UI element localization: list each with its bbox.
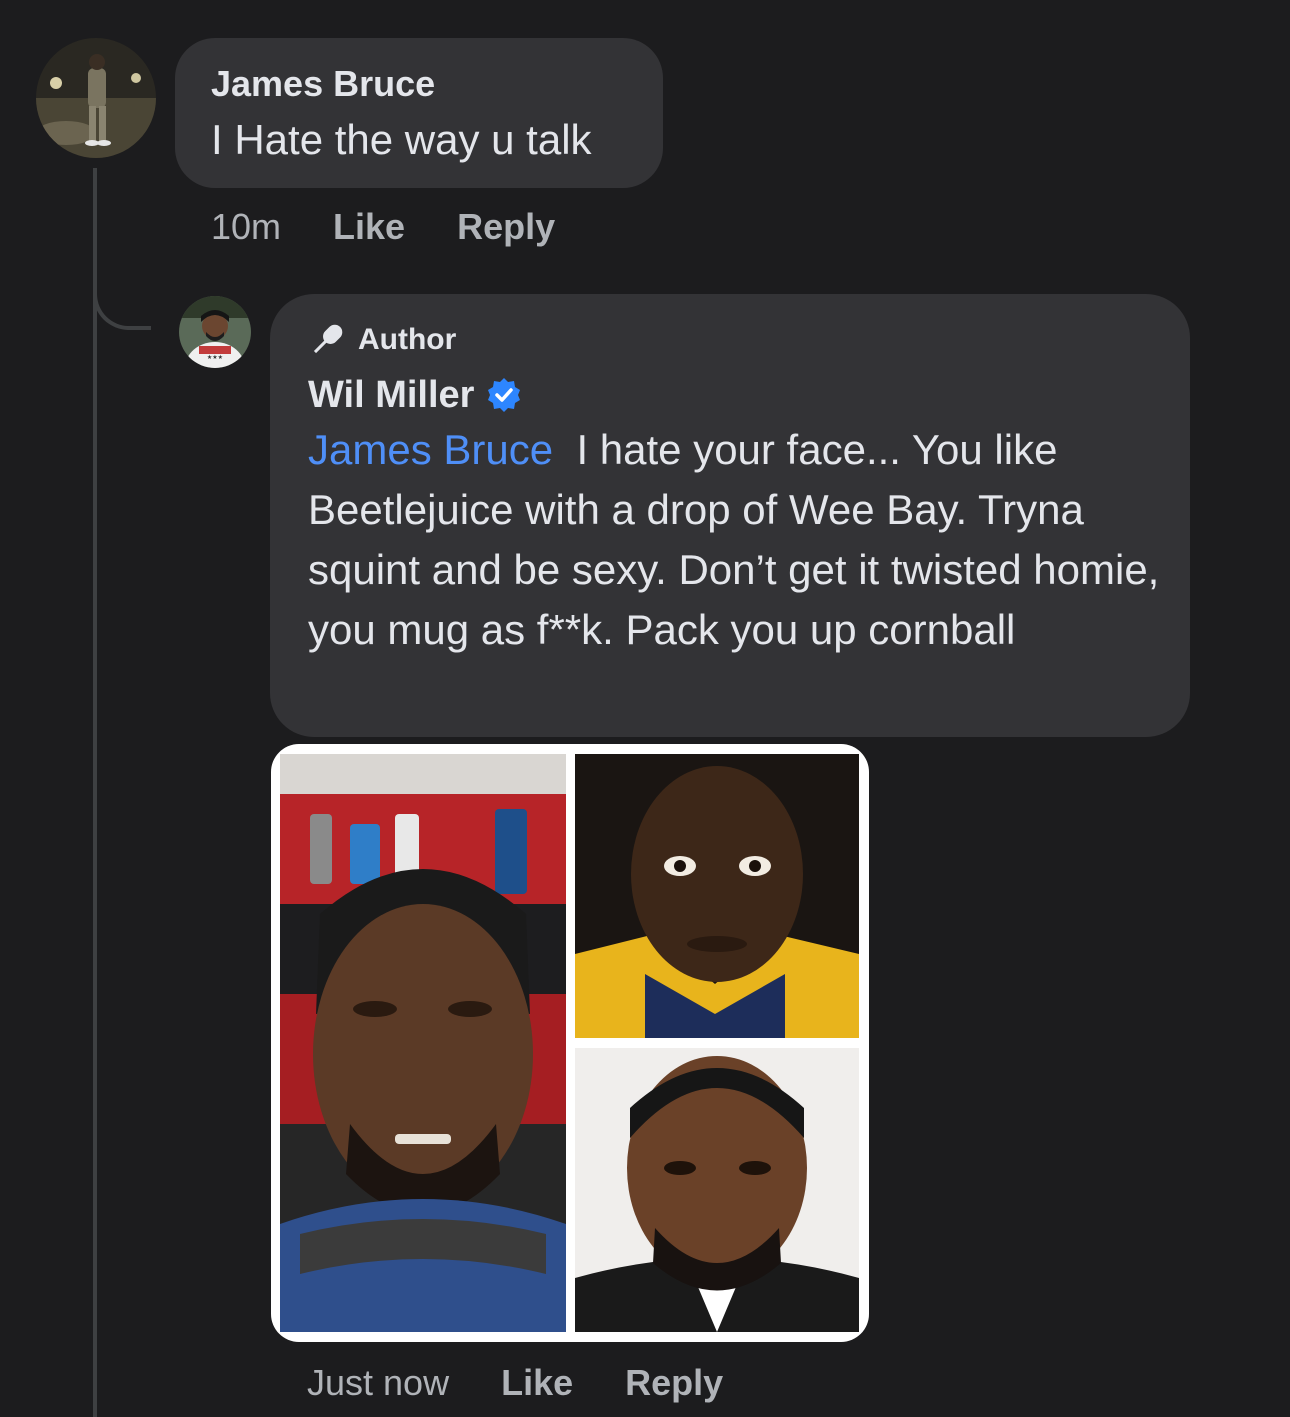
reply-reply-button[interactable]: Reply	[625, 1362, 723, 1404]
reply-bubble-wil-miller[interactable]: Author Wil Miller James Bruce I hate you…	[270, 294, 1190, 737]
comment-actions: 10m Like Reply	[211, 204, 555, 250]
reply-attachment-image[interactable]	[271, 744, 869, 1342]
collage-photo-bottom-right	[575, 1048, 859, 1332]
reply-button[interactable]: Reply	[457, 206, 555, 248]
comment-text: I Hate the way u talk	[211, 116, 592, 163]
verified-badge-icon	[486, 377, 522, 413]
reply-author-row: Wil Miller	[308, 370, 522, 420]
author-badge: Author	[308, 320, 456, 360]
reply-actions: Just now Like Reply	[307, 1360, 723, 1406]
thread-line-vertical	[93, 168, 97, 1417]
comment-bubble-james-bruce[interactable]: James Bruce I Hate the way u talk	[175, 38, 663, 188]
avatar-wil-miller[interactable]: ★★★	[179, 296, 251, 368]
collage-photo-left	[280, 754, 566, 1332]
avatar-james-bruce[interactable]	[36, 38, 156, 158]
comment-author-name[interactable]: James Bruce	[211, 62, 435, 106]
microphone-icon	[308, 321, 346, 359]
comment-timestamp: 10m	[211, 206, 282, 247]
reply-timestamp: Just now	[307, 1362, 450, 1403]
mention-link[interactable]: James Bruce	[308, 426, 553, 473]
svg-text:★★★: ★★★	[207, 354, 223, 361]
like-button[interactable]: Like	[333, 206, 405, 248]
collage-photo-top-right	[575, 754, 859, 1038]
reply-author-name[interactable]: Wil Miller	[308, 374, 474, 417]
reply-text: James Bruce I hate your face... You like…	[308, 420, 1168, 660]
thread-line-branch	[93, 260, 151, 330]
reply-like-button[interactable]: Like	[501, 1362, 573, 1404]
author-badge-label: Author	[358, 323, 457, 356]
